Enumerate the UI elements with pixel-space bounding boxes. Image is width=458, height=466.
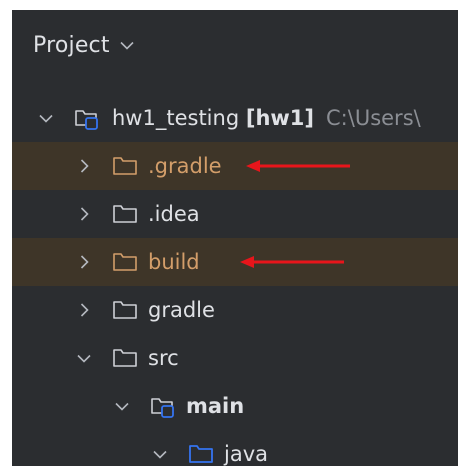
tree-node-build[interactable]: build: [12, 238, 458, 286]
tree-node-label: .gradle: [148, 154, 222, 178]
excluded-folder-icon: [112, 251, 138, 273]
tree-node-src[interactable]: src: [12, 334, 458, 382]
chevron-down-icon[interactable]: [114, 398, 130, 414]
tree-node-label: .idea: [148, 202, 200, 226]
root-project-name: hw1_testing: [112, 106, 240, 130]
project-view-title: Project: [33, 32, 110, 58]
root-label: hw1_testing [hw1] C:\Users\: [112, 106, 421, 130]
root-module-name: [hw1]: [245, 106, 315, 130]
annotation-arrow-icon: [240, 256, 344, 268]
chevron-down-icon[interactable]: [152, 446, 168, 462]
project-view-header[interactable]: Project: [12, 10, 458, 80]
tree-node-label: java: [224, 442, 268, 466]
module-folder-icon: [150, 395, 176, 418]
tree-node-root[interactable]: hw1_testing [hw1] C:\Users\: [12, 94, 458, 142]
project-tool-window: Project hw1_testing [hw1] C:\Users\ .gra…: [12, 10, 458, 466]
tree-node-label: main: [186, 394, 245, 418]
folder-icon: [112, 203, 138, 225]
excluded-folder-icon: [112, 155, 138, 177]
chevron-down-icon[interactable]: [119, 37, 135, 53]
folder-icon: [112, 299, 138, 321]
folder-icon: [112, 347, 138, 369]
chevron-right-icon[interactable]: [76, 302, 92, 318]
tree-node-main[interactable]: main: [12, 382, 458, 430]
tree-node-label: src: [148, 346, 179, 370]
project-tree: hw1_testing [hw1] C:\Users\ .gradle .ide…: [12, 94, 458, 466]
chevron-right-icon[interactable]: [76, 254, 92, 270]
tree-node-label: gradle: [148, 298, 215, 322]
chevron-down-icon[interactable]: [76, 350, 92, 366]
tree-node-idea[interactable]: .idea: [12, 190, 458, 238]
tree-node-label: build: [148, 250, 200, 274]
annotation-arrow-icon: [246, 160, 350, 172]
source-folder-icon: [188, 443, 214, 465]
module-folder-icon: [74, 107, 100, 130]
chevron-right-icon[interactable]: [76, 158, 92, 174]
tree-node-java[interactable]: java: [12, 430, 458, 466]
chevron-right-icon[interactable]: [76, 206, 92, 222]
chevron-down-icon[interactable]: [38, 110, 54, 126]
root-path: C:\Users\: [326, 106, 421, 130]
tree-node-gradle[interactable]: gradle: [12, 286, 458, 334]
tree-node-gradle-cache[interactable]: .gradle: [12, 142, 458, 190]
